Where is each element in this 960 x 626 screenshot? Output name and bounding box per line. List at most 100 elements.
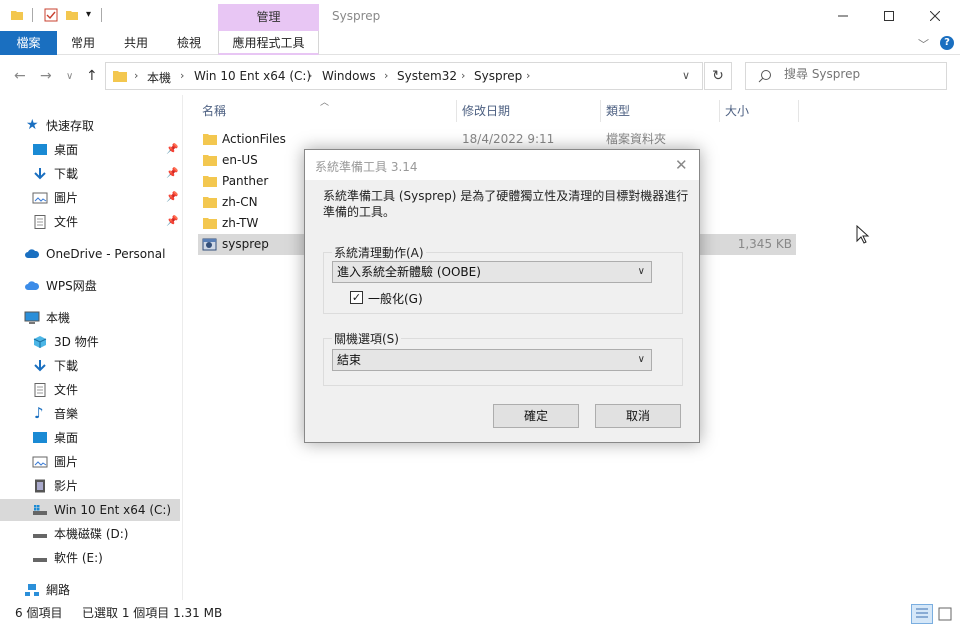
folder-icon [203, 134, 217, 145]
title-bar: ▾ 管理 Sysprep [0, 0, 960, 32]
nav-3d-objects[interactable]: 3D 物件 [0, 331, 180, 353]
breadcrumb-sysprep[interactable]: Sysprep [474, 69, 522, 83]
breadcrumb-this-pc[interactable]: 本機 [147, 69, 171, 86]
column-separator[interactable] [456, 100, 457, 122]
dialog-close-icon[interactable]: ✕ [675, 156, 688, 174]
nav-label: 影片 [54, 479, 79, 493]
file-row[interactable]: ActionFiles 18/4/2022 9:11 檔案資料夾 [198, 129, 796, 150]
selection-info: 已選取 1 個項目 1.31 MB [82, 606, 223, 620]
cleanup-action-label: 系統清理動作(A) [332, 244, 426, 261]
nav-label: 本機 [46, 311, 71, 325]
nav-network[interactable]: 網路 [0, 579, 180, 601]
application-icon [202, 238, 217, 251]
search-input[interactable] [784, 67, 934, 81]
column-header-name[interactable]: 名稱 [202, 101, 226, 121]
network-icon [25, 584, 39, 596]
desktop-icon [33, 144, 47, 155]
file-size: 1,345 KB [737, 237, 792, 251]
forward-icon[interactable]: → [40, 68, 52, 84]
ok-button[interactable]: 確定 [493, 404, 579, 428]
pin-icon[interactable]: 📌 [166, 139, 178, 161]
nav-desktop[interactable]: 桌面 [0, 427, 180, 449]
up-icon[interactable]: ↑ [86, 68, 98, 84]
breadcrumb-windows[interactable]: Windows [322, 69, 376, 83]
pane-divider[interactable] [182, 95, 183, 600]
nav-quick-access[interactable]: ★ 快速存取 [0, 115, 180, 137]
nav-drive-e[interactable]: 軟件 (E:) [0, 547, 180, 569]
back-icon[interactable]: ← [14, 68, 26, 84]
folder-icon[interactable] [10, 8, 24, 22]
cleanup-action-select[interactable]: 進入系統全新體驗 (OOBE) ∨ [332, 261, 652, 283]
breadcrumb-system32[interactable]: System32 [397, 69, 457, 83]
shutdown-options-select[interactable]: 結束 ∨ [332, 349, 652, 371]
nav-music[interactable]: ♪ 音樂 [0, 403, 180, 425]
tab-home[interactable]: 常用 [71, 31, 95, 55]
pin-icon[interactable]: 📌 [166, 163, 178, 185]
tab-file[interactable]: 檔案 [0, 31, 57, 55]
address-bar[interactable]: › 本機 › Win 10 Ent x64 (C:) › Windows › S… [105, 62, 703, 90]
nav-this-pc[interactable]: 本機 [0, 307, 180, 329]
generalize-checkbox[interactable]: ✓ [350, 291, 363, 304]
search-box[interactable] [745, 62, 947, 90]
large-icons-view-button[interactable] [934, 604, 956, 624]
breadcrumb-separator[interactable]: › [384, 69, 388, 82]
breadcrumb-separator[interactable]: › [526, 69, 530, 82]
dialog-title-bar: 系統準備工具 3.14 ✕ [305, 150, 699, 180]
column-header-type[interactable]: 類型 [606, 101, 630, 121]
generalize-label[interactable]: 一般化(G) [368, 290, 423, 307]
nav-wps-drive[interactable]: WPS网盘 [0, 275, 180, 297]
recent-locations-icon[interactable]: ∨ [66, 71, 73, 82]
windows-drive-icon [33, 505, 47, 515]
nav-quick-desktop[interactable]: 桌面 📌 [0, 139, 180, 161]
tab-application-tools[interactable]: 應用程式工具 [218, 31, 319, 55]
nav-label: 文件 [54, 383, 79, 397]
pin-icon[interactable]: 📌 [166, 211, 178, 233]
column-header-size[interactable]: 大小 [725, 101, 749, 121]
minimize-button[interactable] [820, 0, 866, 32]
column-separator[interactable] [600, 100, 601, 122]
new-folder-icon[interactable] [65, 8, 79, 22]
tab-view[interactable]: 檢視 [177, 31, 201, 55]
document-icon [34, 215, 46, 229]
tab-share[interactable]: 共用 [124, 31, 148, 55]
nav-drive-d[interactable]: 本機磁碟 (D:) [0, 523, 180, 545]
customize-toolbar-icon[interactable]: ▾ [86, 9, 91, 20]
nav-onedrive[interactable]: OneDrive - Personal [0, 243, 180, 265]
nav-downloads[interactable]: 下載 [0, 355, 180, 377]
file-name: sysprep [222, 237, 269, 251]
help-icon[interactable]: ? [940, 36, 954, 50]
expand-ribbon-icon[interactable]: ﹀ [918, 36, 929, 52]
nav-label: 音樂 [54, 407, 79, 421]
cancel-button[interactable]: 取消 [595, 404, 681, 428]
refresh-button[interactable]: ↻ [704, 62, 732, 90]
breadcrumb-separator[interactable]: › [461, 69, 465, 82]
nav-quick-documents[interactable]: 文件 📌 [0, 211, 180, 233]
pin-icon[interactable]: 📌 [166, 187, 178, 209]
folder-icon [203, 155, 217, 166]
nav-videos[interactable]: 影片 [0, 475, 180, 497]
nav-quick-downloads[interactable]: 下載 📌 [0, 163, 180, 185]
nav-quick-pictures[interactable]: 圖片 📌 [0, 187, 180, 209]
cube-icon [33, 336, 47, 348]
cleanup-group: 系統清理動作(A) 進入系統全新體驗 (OOBE) ∨ ✓ 一般化(G) [323, 244, 683, 314]
column-separator[interactable] [719, 100, 720, 122]
mouse-cursor-icon [856, 225, 870, 244]
document-icon [34, 383, 46, 397]
nav-label: 下載 [54, 167, 79, 181]
details-view-button[interactable] [911, 604, 933, 624]
close-button[interactable] [912, 0, 958, 32]
nav-documents[interactable]: 文件 [0, 379, 180, 401]
breadcrumb-separator[interactable]: › [180, 69, 184, 82]
breadcrumb-separator: › [134, 69, 139, 82]
breadcrumb-separator[interactable]: › [308, 69, 312, 82]
nav-pictures[interactable]: 圖片 [0, 451, 180, 473]
column-separator[interactable] [798, 100, 799, 122]
file-name: ActionFiles [222, 132, 286, 146]
breadcrumb-drive-c[interactable]: Win 10 Ent x64 (C:) [194, 69, 311, 83]
column-header-date[interactable]: 修改日期 [462, 101, 510, 121]
address-dropdown-icon[interactable]: ∨ [682, 69, 690, 82]
nav-drive-c[interactable]: Win 10 Ent x64 (C:) [0, 499, 180, 521]
properties-icon[interactable] [44, 8, 58, 22]
maximize-button[interactable] [866, 0, 912, 32]
nav-label: 3D 物件 [54, 335, 99, 349]
